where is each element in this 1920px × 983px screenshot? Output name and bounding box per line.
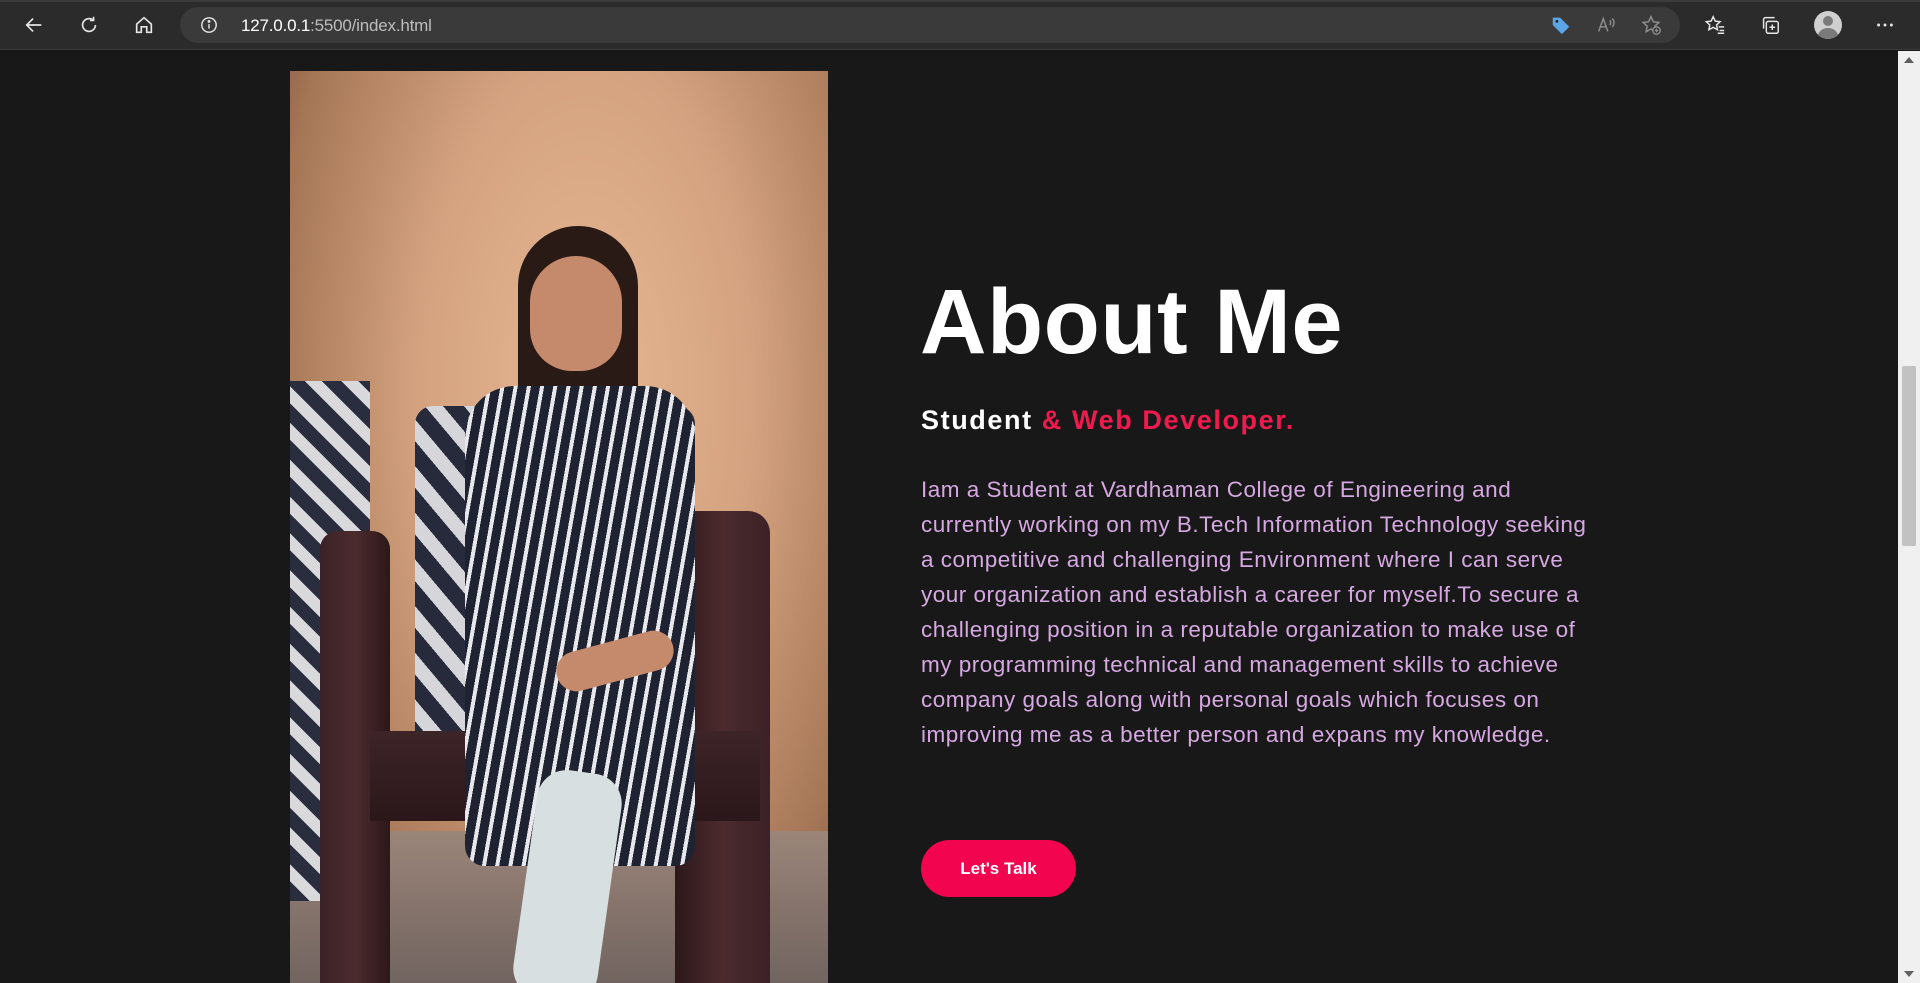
about-bio: Iam a Student at Vardhaman College of En… [921,477,1587,747]
lets-talk-button[interactable]: Let's Talk [921,840,1076,897]
page-scrollbar[interactable] [1898,51,1920,983]
url-path: :5500/index.html [310,16,432,35]
collections-button[interactable] [1753,8,1787,42]
subtitle-role: & Web Developer. [1041,405,1295,435]
profile-photo [290,71,828,983]
refresh-button[interactable] [72,8,106,42]
scroll-down-arrow[interactable] [1904,971,1914,977]
tag-icon [1552,17,1570,35]
back-icon [25,17,42,33]
home-icon [135,16,153,34]
tag-button[interactable] [1550,14,1572,36]
info-icon[interactable] [200,16,218,34]
tab-strip-edge [0,0,1920,2]
url-host: 127.0.0.1 [241,16,311,35]
more-icon [1877,23,1893,27]
profile-body [1818,28,1838,39]
profile-head [1823,16,1833,26]
about-title: About Me [920,271,1344,373]
home-button[interactable] [127,8,161,42]
favorites-icon [1704,15,1725,34]
read-aloud-icon [1597,16,1615,32]
collections-icon [1762,16,1779,34]
read-aloud-button[interactable] [1595,14,1617,36]
scroll-thumb[interactable] [1902,366,1916,546]
about-subtitle: Student & Web Developer. [921,405,1295,436]
favorites-button[interactable] [1698,8,1732,42]
refresh-icon [81,16,97,33]
url-text: 127.0.0.1:5500/index.html [241,16,432,36]
address-bar[interactable]: 127.0.0.1:5500/index.html [180,7,1680,43]
add-favorite-button[interactable] [1640,14,1662,36]
subtitle-student: Student [921,405,1042,435]
photo-face [530,256,622,371]
browser-toolbar: 127.0.0.1:5500/index.html [0,0,1920,50]
add-favorite-icon [1641,15,1661,35]
profile-icon[interactable] [1814,11,1842,39]
more-button[interactable] [1868,8,1902,42]
back-button[interactable] [17,8,51,42]
scroll-up-arrow[interactable] [1904,57,1914,63]
